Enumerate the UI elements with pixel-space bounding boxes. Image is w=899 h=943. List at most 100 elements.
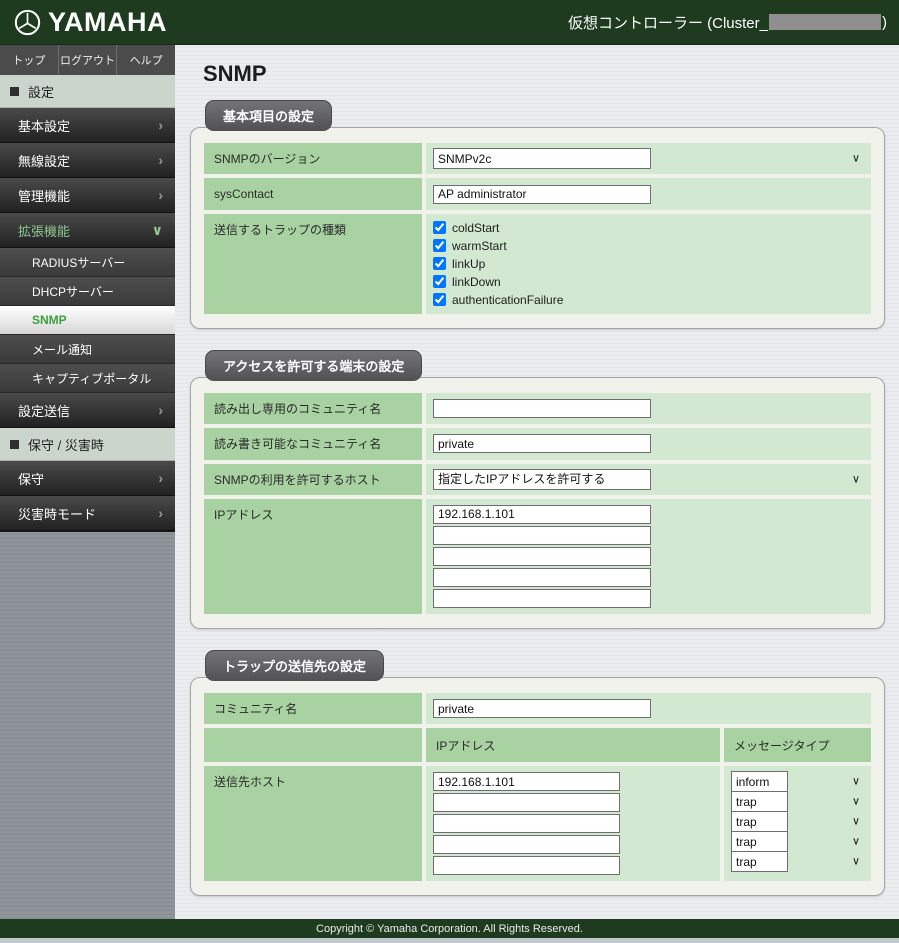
chevron-down-icon: ∨ [852, 835, 860, 848]
trap-type-select-5[interactable]: trap [731, 851, 788, 872]
trap-type-select-2[interactable]: trap [731, 791, 788, 812]
rw-community-label: 読み書き可能なコミュニティ名 [204, 428, 422, 459]
trap-type-select-wrap-5: trap ∨ [731, 851, 864, 871]
sidebar-item-snmp[interactable]: SNMP [0, 306, 175, 335]
trap-linkup-checkbox[interactable] [433, 257, 446, 270]
snmp-version-select-wrap: SNMPv2c ∨ [433, 148, 864, 169]
trap-authfail-row: authenticationFailure [433, 291, 864, 309]
section-basic-panel: SNMPのバージョン SNMPv2c ∨ sysContact [190, 127, 885, 329]
trap-community-input[interactable] [433, 699, 651, 718]
ip-address-label: IPアドレス [204, 499, 422, 614]
trap-coldstart-checkbox[interactable] [433, 221, 446, 234]
trap-table-empty-header [204, 728, 422, 762]
sidebar-item-label: 基本設定 [18, 116, 70, 135]
section-trap-dest-title: トラップの送信先の設定 [205, 650, 384, 681]
controller-title: 仮想コントローラー (Cluster_ ) [568, 12, 887, 33]
chevron-down-icon: ∨ [152, 222, 163, 239]
chevron-down-icon: ∨ [852, 795, 860, 808]
sidebar-item-wireless-settings[interactable]: 無線設定 › [0, 143, 175, 178]
trap-warmstart-row: warmStart [433, 237, 864, 255]
sidebar-item-config-send[interactable]: 設定送信 › [0, 393, 175, 428]
trap-host-ip-input-3[interactable] [433, 814, 620, 833]
sidebar-item-label: DHCPサーバー [32, 283, 114, 300]
sidebar-item-label: メール通知 [32, 341, 92, 358]
yamaha-brand: YAMAHA [14, 7, 167, 38]
sidebar-item-maintenance[interactable]: 保守 › [0, 461, 175, 496]
sidebar: トップ ログアウト ヘルプ 設定 基本設定 › 無線設定 › 管理機能 › 拡 [0, 45, 175, 919]
trap-host-ip-input-5[interactable] [433, 856, 620, 875]
square-bullet-icon [10, 440, 19, 449]
sidebar-item-disaster-mode[interactable]: 災害時モード › [0, 496, 175, 531]
square-bullet-icon [10, 87, 19, 96]
tab-logout[interactable]: ログアウト [59, 45, 118, 75]
section-trap-dest: トラップの送信先の設定 コミュニティ名 IPアドレス メッセージタイプ 送信先ホ… [190, 650, 885, 896]
sidebar-item-captive-portal[interactable]: キャプティブポータル [0, 364, 175, 393]
sidebar-item-basic-settings[interactable]: 基本設定 › [0, 108, 175, 143]
trap-host-ip-input-4[interactable] [433, 835, 620, 854]
trap-type-select-wrap-1: inform ∨ [731, 771, 864, 791]
sidebar-section-config: 設定 [0, 75, 175, 108]
tab-help[interactable]: ヘルプ [117, 45, 175, 75]
sidebar-item-mail-notification[interactable]: メール通知 [0, 335, 175, 364]
chevron-right-icon: › [158, 470, 163, 486]
sidebar-item-extended-features[interactable]: 拡張機能 ∨ [0, 213, 175, 248]
trap-type-select-wrap-4: trap ∨ [731, 831, 864, 851]
sidebar-item-radius-server[interactable]: RADIUSサーバー [0, 248, 175, 277]
syscontact-label: sysContact [204, 178, 422, 209]
trap-warmstart-checkbox[interactable] [433, 239, 446, 252]
trap-type-select-1[interactable]: inform [731, 771, 788, 792]
chevron-right-icon: › [158, 187, 163, 203]
sidebar-item-label: 管理機能 [18, 186, 70, 205]
controller-title-prefix: 仮想コントローラー (Cluster_ [568, 12, 768, 33]
syscontact-input[interactable] [433, 185, 651, 204]
section-basic-title: 基本項目の設定 [205, 100, 332, 131]
sidebar-item-label: 災害時モード [18, 504, 96, 523]
main-content: SNMP 基本項目の設定 SNMPのバージョン SNMPv2c ∨ [175, 45, 899, 919]
footer-bar: Copyright © Yamaha Corporation. All Righ… [0, 919, 899, 938]
sidebar-item-dhcp-server[interactable]: DHCPサーバー [0, 277, 175, 306]
trap-coldstart-row: coldStart [433, 219, 864, 237]
sidebar-filler [0, 531, 175, 919]
controller-title-suffix: ) [882, 14, 887, 31]
footer-strip [0, 938, 899, 943]
sidebar-section-config-label: 設定 [28, 82, 54, 101]
trap-hosts-label: 送信先ホスト [204, 766, 422, 881]
trap-table-type-header: メッセージタイプ [724, 728, 871, 762]
chevron-down-icon: ∨ [852, 855, 860, 868]
trap-host-ip-input-1[interactable] [433, 772, 620, 791]
redaction-box [769, 14, 881, 30]
sidebar-item-label: RADIUSサーバー [32, 254, 125, 271]
sidebar-item-label: キャプティブポータル [32, 370, 151, 387]
sidebar-item-management[interactable]: 管理機能 › [0, 178, 175, 213]
allowed-ip-input-2[interactable] [433, 526, 651, 545]
allowed-ip-input-3[interactable] [433, 547, 651, 566]
rw-community-input[interactable] [433, 434, 651, 453]
allowed-host-select[interactable]: 指定したIPアドレスを許可する [433, 469, 651, 490]
allowed-ip-input-1[interactable] [433, 505, 651, 524]
section-access-panel: 読み出し専用のコミュニティ名 読み書き可能なコミュニティ名 SNMPの利用を許可… [190, 377, 885, 629]
trap-host-ip-input-2[interactable] [433, 793, 620, 812]
trap-types-label: 送信するトラップの種類 [204, 214, 422, 314]
allowed-ip-input-5[interactable] [433, 589, 651, 608]
chevron-right-icon: › [158, 152, 163, 168]
copyright-text: Copyright © Yamaha Corporation. All Righ… [316, 923, 583, 935]
allowed-host-select-wrap: 指定したIPアドレスを許可する ∨ [433, 469, 864, 490]
section-basic: 基本項目の設定 SNMPのバージョン SNMPv2c ∨ sy [190, 100, 885, 329]
snmp-version-select[interactable]: SNMPv2c [433, 148, 651, 169]
section-trap-dest-panel: コミュニティ名 IPアドレス メッセージタイプ 送信先ホスト [190, 677, 885, 896]
trap-authfail-checkbox[interactable] [433, 293, 446, 306]
trap-type-select-4[interactable]: trap [731, 831, 788, 852]
tab-top[interactable]: トップ [0, 45, 59, 75]
allowed-ip-input-4[interactable] [433, 568, 651, 587]
trap-type-select-wrap-3: trap ∨ [731, 811, 864, 831]
trap-linkdown-checkbox[interactable] [433, 275, 446, 288]
ro-community-label: 読み出し専用のコミュニティ名 [204, 393, 422, 424]
trap-community-label: コミュニティ名 [204, 693, 422, 724]
trap-linkdown-label: linkDown [452, 275, 501, 289]
sidebar-item-label: 無線設定 [18, 151, 70, 170]
trap-linkdown-row: linkDown [433, 273, 864, 291]
section-access-title: アクセスを許可する端末の設定 [205, 350, 422, 381]
ro-community-input[interactable] [433, 399, 651, 418]
trap-type-select-3[interactable]: trap [731, 811, 788, 832]
sidebar-item-label: 保守 [18, 469, 44, 488]
